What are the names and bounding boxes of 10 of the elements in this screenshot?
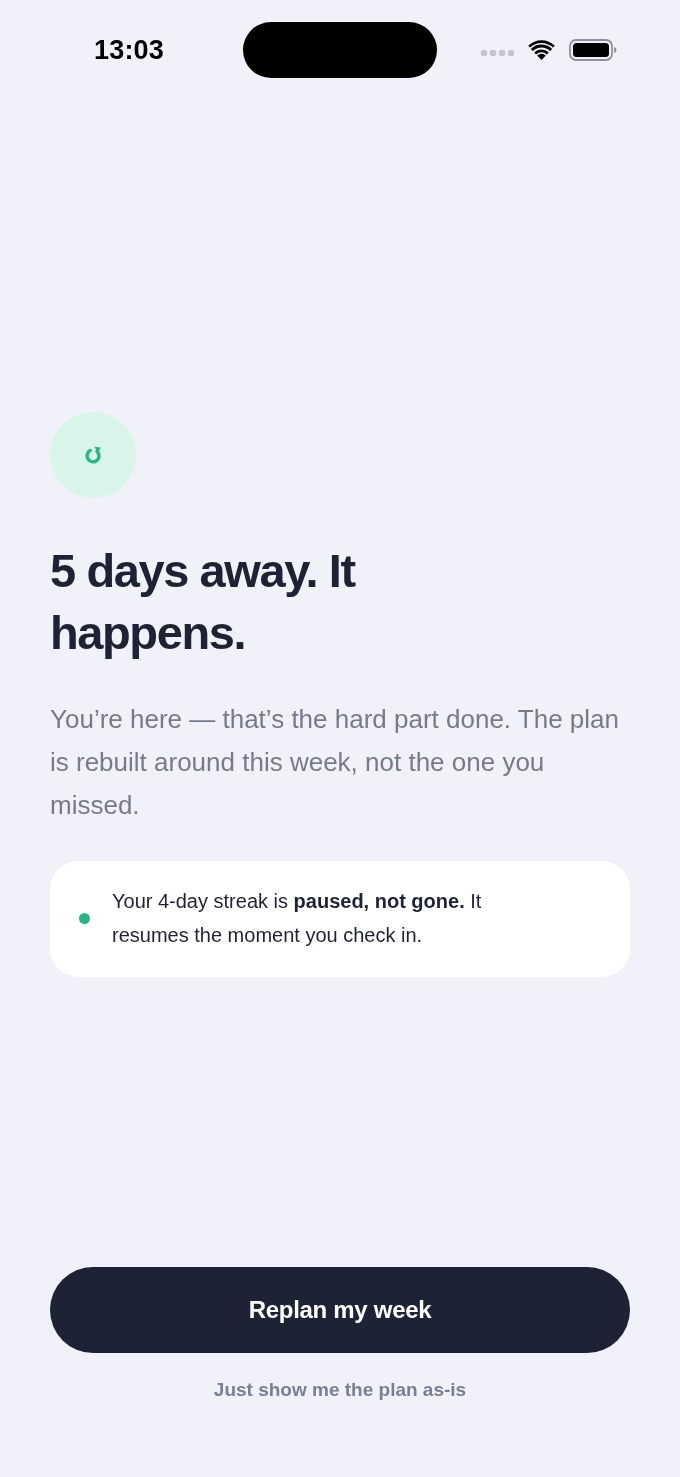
battery-icon (569, 39, 617, 61)
dot-icon (79, 912, 90, 924)
headline: 5 days away. It happens. (50, 543, 357, 661)
streak-note: Your 4-day streak is paused, not gone. It resumes the moment you check in. (112, 889, 483, 948)
plan-as-is-link[interactable]: Just show me the plan as-is (209, 1377, 471, 1403)
status-time: 13:03 (94, 34, 165, 66)
signal-icon (480, 49, 514, 57)
replan-button[interactable]: Replan my week (50, 1267, 630, 1353)
wifi-icon (528, 40, 555, 60)
body-text: You’re here — that’s the hard part done. The plan is rebuilt around this week, not the one you missed. (50, 703, 621, 822)
